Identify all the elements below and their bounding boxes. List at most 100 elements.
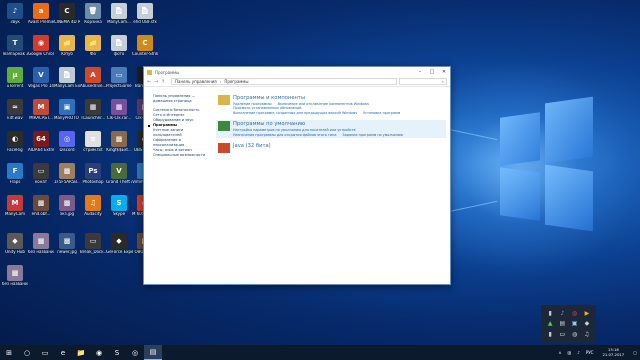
desktop-icon[interactable]: ◆ Unity Hub: [2, 233, 28, 265]
desktop-icon[interactable]: CCounter-Strike Global Offensive: [132, 35, 158, 67]
desktop-icon[interactable]: Ps Photoshop: [80, 163, 106, 195]
sidebar-link[interactable]: Специальные возможности: [153, 153, 214, 158]
taskbar-search-icon[interactable]: ○: [18, 345, 36, 360]
up-icon[interactable]: ↑: [161, 79, 168, 85]
maximize-button[interactable]: □: [426, 68, 438, 77]
desktop-icon[interactable]: ▩ ehd.obf...: [28, 195, 54, 227]
desktop-icon[interactable]: ▩ newer.jpg: [54, 233, 80, 265]
desktop-icon[interactable]: 📁 Юпуб: [54, 35, 80, 67]
category-link[interactable]: Задание программ по умолчанию: [342, 133, 402, 137]
desktop-icon[interactable]: ▭ProjectGame...: [106, 67, 132, 99]
taskbar-chrome-icon[interactable]: ◉: [90, 345, 108, 360]
search-input[interactable]: ⌕: [399, 78, 447, 85]
language-indicator[interactable]: РУС: [586, 350, 594, 355]
desktop-icon[interactable]: 📄 ManyCam...: [106, 3, 132, 35]
breadcrumb-item[interactable]: Программы: [224, 79, 248, 84]
tray-app-icon[interactable]: ♫: [584, 331, 589, 338]
close-button[interactable]: ✕: [438, 68, 450, 77]
taskbar-task-view-icon[interactable]: ▭: [36, 345, 54, 360]
desktop-icon[interactable]: ◎ Discord: [54, 131, 80, 163]
desktop-icon[interactable]: 📁 Фо: [80, 35, 106, 67]
desktop-icon-label: ManyCam: [5, 212, 25, 216]
desktop-icon[interactable]: ≈ kitf.wav: [2, 99, 28, 131]
desktop-icon[interactable]: ▦ Clk-Clk.rar...: [106, 99, 132, 131]
wallpaper-pane: [545, 164, 593, 232]
desktop-icon[interactable]: VVegas Pro 14.0 (64-bit): [28, 67, 54, 99]
control-panel-window[interactable]: Программы – □ ✕ ← → ↑ Панель управления …: [143, 66, 451, 285]
minimize-button[interactable]: –: [414, 68, 426, 77]
desktop-icon[interactable]: ♪ Звук: [2, 3, 28, 35]
desktop-icon[interactable]: ◉Google Chrome: [28, 35, 54, 67]
desktop-icon[interactable]: 📄 ehd OBF.sfx: [132, 3, 158, 35]
desktop-icon[interactable]: ◐ FaceRig: [2, 131, 28, 163]
tray-app-icon[interactable]: ▣: [572, 320, 578, 327]
tray-app-icon[interactable]: ◍: [572, 331, 577, 338]
taskbar-skype-icon[interactable]: S: [108, 345, 126, 360]
desktop-icon[interactable]: M ManyCam: [2, 195, 28, 227]
desktop-icon[interactable]: 64AIDA64 Extreme: [28, 131, 54, 163]
notifications-icon[interactable]: ▢: [633, 350, 637, 355]
window-titlebar[interactable]: Программы – □ ✕: [144, 67, 450, 77]
taskbar-explorer-icon[interactable]: 📁: [72, 345, 90, 360]
taskbar-discord-icon[interactable]: ◎: [126, 345, 144, 360]
category-link[interactable]: Включение или отключение компонентов Win…: [278, 102, 369, 106]
desktop-icon[interactable]: ▩ 1F5F5AR5B...: [54, 163, 80, 195]
taskbar: ⊞ ○ ▭ e 📁 ◉ S ◎ ▤ ∧ ▥ ♪ РУС 13:16 21.07.2017 ▢: [0, 345, 640, 360]
desktop-icon[interactable]: VGrand Theft Auto V: [106, 163, 132, 195]
back-icon[interactable]: ←: [147, 79, 154, 85]
desktop-icon[interactable]: ▩ Kingf$$Ext...: [106, 131, 132, 163]
tray-app-icon[interactable]: ▤: [560, 320, 566, 327]
taskbar-edge-icon[interactable]: e: [54, 345, 72, 360]
breadcrumb-item[interactable]: Панель управления: [175, 79, 217, 84]
desktop-icon[interactable]: ▭ Break_Dock...: [80, 233, 106, 265]
desktop-icon[interactable]: ▦ TLauncher...: [80, 99, 106, 131]
address-bar[interactable]: Панель управления › Программы: [171, 78, 397, 85]
desktop-icon[interactable]: ◆GeForce Experience: [106, 233, 132, 265]
desktop-icon[interactable]: ▩без названия.png: [2, 265, 28, 297]
app-icon: ▩: [33, 195, 49, 211]
desktop-icon[interactable]: 📄ManyCam Ext 5.3: [54, 67, 80, 99]
desktop-icon[interactable]: ▭ конат: [28, 163, 54, 195]
volume-icon[interactable]: ♪: [577, 350, 580, 355]
tray-app-icon[interactable]: ▭: [560, 331, 566, 338]
sidebar-link[interactable]: Программы: [148, 123, 214, 128]
desktop-icon[interactable]: F Fraps: [2, 163, 28, 195]
tray-app-icon[interactable]: ▮: [548, 331, 551, 338]
desktop-icon[interactable]: TTeamSpeak 3 Client: [2, 35, 28, 67]
tray-app-icon[interactable]: ▲: [548, 320, 553, 327]
clock[interactable]: 13:16 21.07.2017: [602, 347, 624, 357]
category-link[interactable]: Выполнение программ, созданных для преды…: [233, 111, 357, 115]
desktop-icon[interactable]: µ uTorrent: [2, 67, 28, 99]
desktop-icon[interactable]: 📄 фото: [106, 35, 132, 67]
desktop-icon[interactable]: a Avast Premier: [28, 3, 54, 35]
desktop-icon[interactable]: ▣ManyPROTO Recorder: [54, 99, 80, 131]
desktop-icon[interactable]: A Abusedrive...: [80, 67, 106, 99]
desktop-icon[interactable]: ▩без названия.png: [28, 233, 54, 265]
tray-app-icon[interactable]: ▶: [585, 310, 590, 317]
forward-icon[interactable]: →: [154, 79, 161, 85]
start-button[interactable]: ⊞: [0, 345, 18, 360]
network-icon[interactable]: ▥: [567, 350, 571, 355]
category-title[interactable]: Программы по умолчанию: [233, 121, 409, 127]
tray-app-icon[interactable]: ▮: [548, 310, 551, 317]
desktop-icon[interactable]: ♫ Audacity: [80, 195, 106, 227]
category-title[interactable]: Программы и компоненты: [233, 95, 406, 101]
tray-app-icon[interactable]: ◆: [585, 320, 590, 327]
desktop-icon[interactable]: 🗑 Корзина: [80, 3, 106, 35]
category-link[interactable]: Установка программ: [363, 111, 400, 115]
desktop-icon[interactable]: S Skype: [106, 195, 132, 227]
tray-app-icon[interactable]: ♪: [560, 310, 564, 317]
desktop-icon[interactable]: ≡ стрим.txt: [80, 131, 106, 163]
category-link[interactable]: Удаление программы: [233, 102, 272, 106]
category-link[interactable]: Настройка параметров по умолчанию для но…: [233, 128, 356, 132]
desktop-icon[interactable]: ▩ экз.jpg: [54, 195, 80, 227]
category-link[interactable]: Просмотр установленных обновлений: [233, 106, 301, 110]
tray-chevron-icon[interactable]: ∧: [559, 350, 562, 355]
category-link[interactable]: Назначение программы для открытия файлов…: [233, 133, 336, 137]
taskbar-control-panel-icon[interactable]: ▤: [144, 345, 162, 360]
desktop-icon-label: Vegas Pro 14.0 (64-bit): [28, 84, 54, 88]
tray-app-icon[interactable]: ◎: [572, 310, 577, 317]
desktop-icon[interactable]: CCINEMA 4D R14 64BIT: [54, 3, 80, 35]
category-title[interactable]: Java (32 бита): [233, 143, 271, 149]
desktop-icon[interactable]: M MIRACAST...: [28, 99, 54, 131]
